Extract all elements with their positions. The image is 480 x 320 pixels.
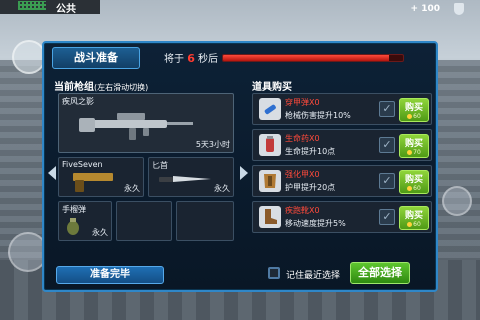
buy-price: 60 — [400, 221, 428, 228]
item-shop-section: 道具购买 穿甲弹X0 枪械伤害提升10% ✓ 购买 60 生命药X0 生命提升1… — [252, 78, 432, 253]
knife-duration: 永久 — [214, 184, 230, 193]
shop-item-name: 生命药X0 — [285, 134, 320, 143]
primary-weapon-name: 疾风之影 — [62, 97, 94, 106]
shop-item-row: 疾跑靴X0 移动速度提升5% ✓ 购买 60 — [252, 201, 432, 233]
buy-button[interactable]: 购买 60 — [399, 170, 429, 194]
empty-item-slot[interactable] — [116, 201, 172, 241]
countdown-bar — [222, 54, 404, 62]
battle-prep-panel: 战斗准备 将于 6 秒后 当前枪组(左右滑动切换) 疾风之影 5天3小时 Fiv… — [42, 41, 438, 292]
knife-icon — [159, 176, 211, 182]
countdown-bar-fill — [223, 55, 389, 61]
buy-price: 60 — [400, 185, 428, 192]
select-all-button[interactable]: 全部选择 — [350, 262, 410, 284]
armor-icon — [259, 170, 281, 192]
buy-price: 70 — [400, 149, 428, 156]
minimap-grid-icon — [18, 1, 46, 10]
countdown-prefix: 将于 — [164, 54, 184, 65]
grenade-duration: 永久 — [92, 228, 108, 237]
buy-button[interactable]: 购买 60 — [399, 98, 429, 122]
pistol-name: FiveSeven — [62, 160, 103, 169]
primary-weapon-slot[interactable]: 疾风之影 5天3小时 — [58, 93, 234, 153]
weapon-section-header: 当前枪组(左右滑动切换) — [54, 78, 244, 93]
empty-item-slot[interactable] — [176, 201, 234, 241]
shop-item-name: 穿甲弹X0 — [285, 98, 320, 107]
pistol-icon — [73, 173, 113, 192]
countdown-suffix: 秒后 — [198, 54, 219, 65]
shop-item-desc: 枪械伤害提升10% — [285, 111, 351, 120]
grenade-slot[interactable]: 手榴弹 永久 — [58, 201, 112, 241]
grenade-icon — [67, 218, 79, 235]
shop-item-row: 生命药X0 生命提升10点 ✓ 购买 70 — [252, 129, 432, 161]
buy-button-label: 购买 — [404, 103, 423, 113]
countdown-seconds: 6 — [187, 52, 195, 65]
shop-item-desc: 护甲提升20点 — [285, 183, 336, 192]
buy-button-label: 购买 — [404, 175, 423, 185]
hud-top-left-bar: 公共 — [0, 0, 100, 15]
shop-item-row: 强化甲X0 护甲提升20点 ✓ 购买 60 — [252, 165, 432, 197]
boots-icon — [259, 206, 281, 228]
shop-item-checkbox[interactable]: ✓ — [379, 209, 395, 225]
hud-public-label: 公共 — [56, 4, 76, 15]
rifle-icon — [79, 113, 193, 140]
coin-icon — [407, 150, 413, 155]
secondary-weapon-slot[interactable]: FiveSeven 永久 — [58, 157, 144, 197]
remember-selection-label: 记住最近选择 — [286, 271, 341, 281]
melee-weapon-slot[interactable]: 匕首 永久 — [148, 157, 234, 197]
shop-item-checkbox[interactable]: ✓ — [379, 101, 395, 117]
top-left-joystick-icon[interactable] — [12, 40, 46, 74]
price-value: 60 — [413, 185, 421, 192]
buy-button-label: 购买 — [404, 139, 423, 149]
shop-item-desc: 移动速度提升5% — [285, 219, 346, 228]
shop-item-name: 强化甲X0 — [285, 170, 320, 179]
shop-section-header: 道具购买 — [252, 82, 292, 93]
shop-item-desc: 生命提升10点 — [285, 147, 336, 156]
price-value: 70 — [413, 149, 421, 156]
ready-button[interactable]: 准备完毕 — [56, 266, 164, 284]
shop-item-checkbox[interactable]: ✓ — [379, 137, 395, 153]
potion-icon — [259, 134, 281, 156]
right-action-button[interactable] — [442, 186, 472, 216]
primary-weapon-duration: 5天3小时 — [195, 140, 230, 149]
buy-button[interactable]: 购买 70 — [399, 134, 429, 158]
price-value: 60 — [413, 113, 421, 120]
buy-price: 60 — [400, 113, 428, 120]
hud-health-value: + 100 — [410, 4, 440, 14]
prev-loadout-arrow-icon[interactable] — [48, 166, 56, 180]
weapon-loadout-section: 当前枪组(左右滑动切换) 疾风之影 5天3小时 FiveSeven 永久 匕首 … — [48, 78, 248, 288]
grenade-name: 手榴弹 — [62, 205, 86, 214]
countdown-text: 将于 6 秒后 — [164, 50, 218, 65]
weapon-section-hint: (左右滑动切换) — [94, 83, 149, 92]
remember-selection-checkbox[interactable] — [268, 267, 280, 279]
pistol-duration: 永久 — [124, 184, 140, 193]
shield-icon — [454, 3, 464, 15]
coin-icon — [407, 222, 413, 227]
coin-icon — [407, 186, 413, 191]
weapon-section-title: 当前枪组 — [54, 82, 94, 93]
buy-button-label: 购买 — [404, 211, 423, 221]
shop-item-name: 疾跑靴X0 — [285, 206, 320, 215]
bullet-icon — [259, 98, 281, 120]
shop-item-checkbox[interactable]: ✓ — [379, 173, 395, 189]
shop-item-row: 穿甲弹X0 枪械伤害提升10% ✓ 购买 60 — [252, 93, 432, 125]
panel-title: 战斗准备 — [52, 47, 140, 69]
next-loadout-arrow-icon[interactable] — [240, 166, 248, 180]
coin-icon — [407, 114, 413, 119]
price-value: 60 — [413, 221, 421, 228]
buy-button[interactable]: 购买 60 — [399, 206, 429, 230]
knife-name: 匕首 — [152, 161, 168, 170]
